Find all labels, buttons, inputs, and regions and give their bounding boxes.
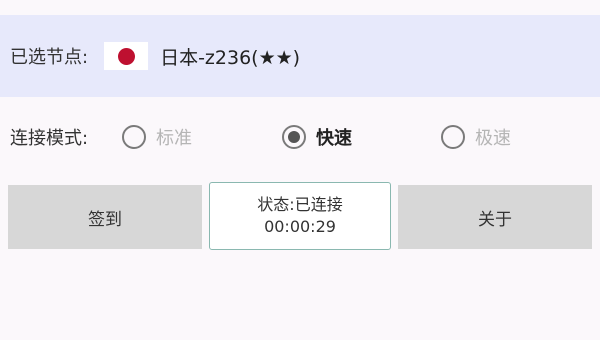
mode-option-standard[interactable]: 标准 <box>122 112 192 162</box>
connection-status-box[interactable]: 状态:已连接 00:00:29 <box>209 182 391 250</box>
checkin-button[interactable]: 签到 <box>8 185 202 249</box>
status-text: 状态:已连接 <box>257 195 343 214</box>
about-button[interactable]: 关于 <box>398 185 592 249</box>
mode-option-label: 标准 <box>156 128 192 149</box>
mode-option-fast[interactable]: 快速 <box>282 112 352 162</box>
selected-node-bar[interactable]: 已选节点: 日本-z236(★★) <box>0 15 600 97</box>
japan-flag-icon <box>104 42 149 70</box>
selected-node-name: 日本-z236(★★) <box>160 46 301 69</box>
selected-node-label: 已选节点: <box>10 47 89 68</box>
mode-option-extreme[interactable]: 极速 <box>441 112 511 162</box>
radio-checked-icon[interactable] <box>282 125 306 149</box>
connection-mode-row: 连接模式: 标准 快速 极速 <box>0 112 600 162</box>
mode-option-label: 快速 <box>316 128 352 149</box>
mode-option-label: 极速 <box>475 128 511 149</box>
connection-mode-label: 连接模式: <box>10 128 89 149</box>
radio-unchecked-icon[interactable] <box>441 125 465 149</box>
radio-unchecked-icon[interactable] <box>122 125 146 149</box>
connection-timer: 00:00:29 <box>264 217 336 236</box>
